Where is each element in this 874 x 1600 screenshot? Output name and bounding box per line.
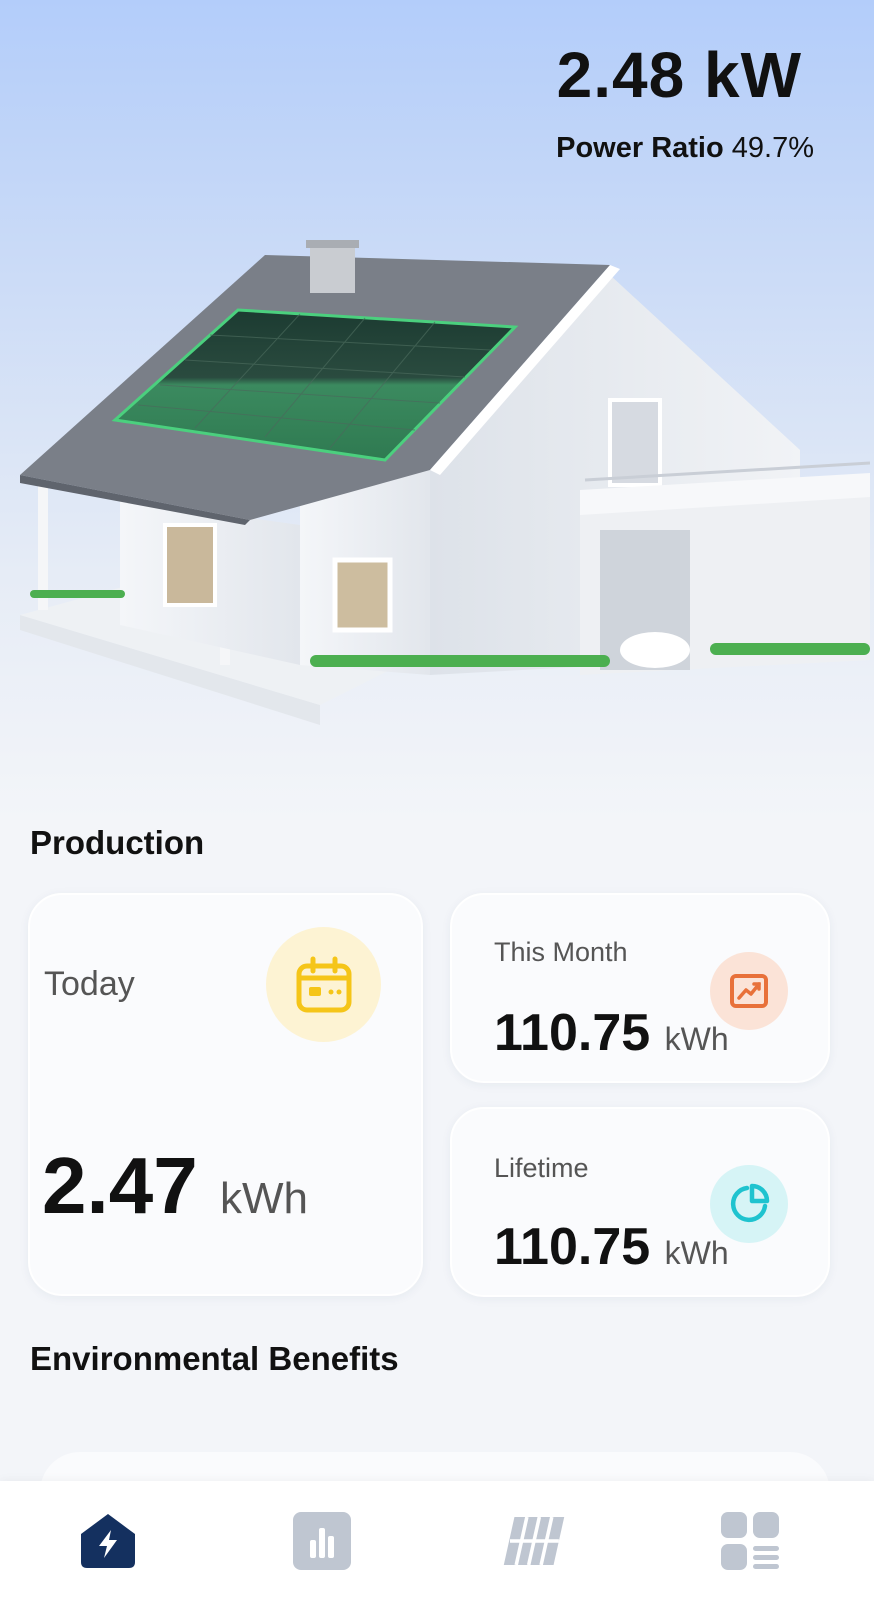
today-value: 2.47 kWh: [42, 1140, 308, 1232]
nav-home-tab[interactable]: [76, 1509, 140, 1573]
home-energy-icon: [81, 1514, 135, 1568]
this-month-card[interactable]: This Month 110.75 kWh: [450, 893, 830, 1083]
nav-more-tab[interactable]: [718, 1509, 782, 1573]
nav-statistics-tab[interactable]: [290, 1509, 354, 1573]
this-month-label: This Month: [494, 937, 628, 967]
calendar-icon: [266, 927, 381, 1042]
power-ratio-label: Power Ratio: [556, 132, 724, 164]
bar-chart-icon: [293, 1512, 351, 1570]
solar-panel-icon: [503, 1516, 565, 1566]
this-month-unit: kWh: [664, 1021, 729, 1057]
environmental-benefits-title: Environmental Benefits: [30, 1340, 399, 1377]
lifetime-unit: kWh: [664, 1235, 729, 1271]
grid-menu-icon: [721, 1512, 779, 1570]
lifetime-number: 110.75: [494, 1218, 651, 1276]
bottom-nav: [0, 1481, 874, 1600]
this-month-value: 110.75 kWh: [494, 1003, 729, 1063]
today-card[interactable]: Today 2.47 kWh: [28, 893, 423, 1296]
current-power: 2.48 kW: [556, 39, 802, 111]
nav-panels-tab[interactable]: [502, 1509, 566, 1573]
today-number: 2.47: [42, 1141, 198, 1230]
lifetime-card[interactable]: Lifetime 110.75 kWh: [450, 1107, 830, 1297]
house-illustration: [20, 240, 870, 725]
power-ratio: Power Ratio 49.7%: [556, 132, 814, 165]
production-title: Production: [30, 824, 205, 861]
lifetime-label: Lifetime: [494, 1153, 589, 1183]
today-label: Today: [44, 965, 135, 1003]
lifetime-value: 110.75 kWh: [494, 1217, 729, 1277]
today-unit: kWh: [219, 1174, 308, 1223]
this-month-number: 110.75: [494, 1004, 651, 1062]
power-ratio-value: 49.7%: [731, 132, 814, 164]
